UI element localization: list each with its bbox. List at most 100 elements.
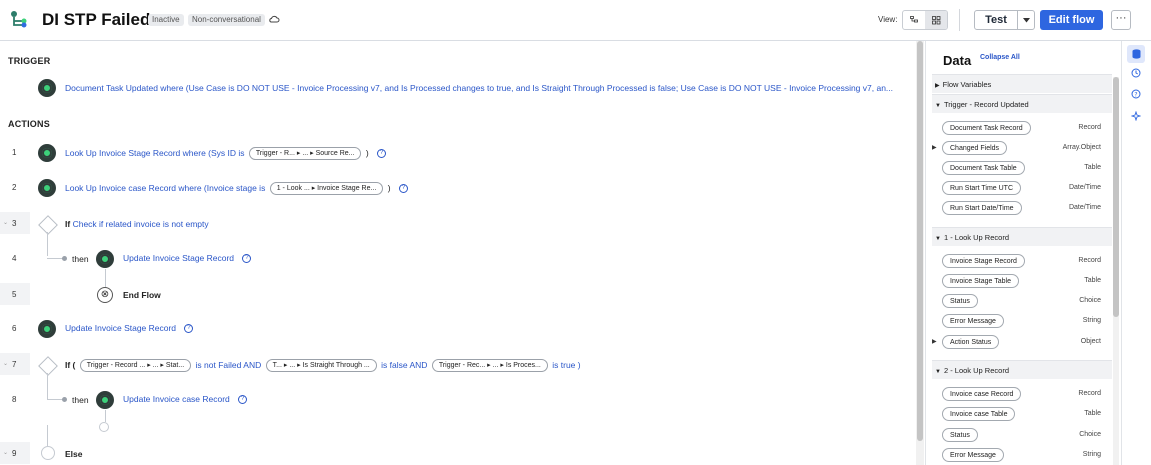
action-suffix: ) xyxy=(387,182,391,193)
status-badge-inactive: Inactive xyxy=(148,14,184,26)
data-rail-button[interactable] xyxy=(1127,45,1145,63)
data-pill[interactable]: Invoice Stage Record xyxy=(942,254,1025,268)
lookup-1-section[interactable]: ▼ 1 - Look Up Record xyxy=(932,227,1112,246)
action-node-icon[interactable] xyxy=(96,250,114,268)
data-type: Record xyxy=(1078,124,1101,131)
data-pill[interactable]: Run Start Time UTC xyxy=(942,181,1022,195)
data-pill[interactable]: Error Message xyxy=(942,448,1004,462)
row-number: 6 xyxy=(12,324,17,333)
scrollbar-thumb[interactable] xyxy=(1113,77,1119,317)
data-pill[interactable]: Document Task Record xyxy=(942,121,1031,135)
help-icon[interactable]: ? xyxy=(398,184,408,193)
canvas-scrollbar[interactable] xyxy=(916,41,924,465)
grid-view-icon xyxy=(931,15,940,24)
action-row-2[interactable]: Look Up Invoice case Record where (Invoi… xyxy=(65,182,408,195)
row-number: 8 xyxy=(12,395,17,404)
section-label: Flow Variables xyxy=(942,80,992,89)
data-pill[interactable]: Error Message xyxy=(942,314,1004,328)
section-label: 1 - Look Up Record xyxy=(943,233,1009,242)
data-pill[interactable]: Invoice case Record xyxy=(942,387,1022,401)
test-dropdown-button[interactable] xyxy=(1018,11,1034,29)
grid-view-button[interactable] xyxy=(925,11,947,29)
end-flow-icon[interactable]: ⊗ xyxy=(97,287,113,303)
then-label: then xyxy=(72,395,89,405)
view-toggle xyxy=(902,10,948,30)
data-pill[interactable]: Trigger - Rec... ▸ ... ▸ Is Proces... xyxy=(431,359,548,372)
action-node-icon[interactable] xyxy=(38,320,56,338)
branch-icon[interactable] xyxy=(38,215,58,235)
flow-variables-section[interactable]: ▶ Flow Variables xyxy=(932,74,1112,93)
action-node-icon[interactable] xyxy=(38,179,56,197)
cloud-icon[interactable] xyxy=(268,13,280,25)
add-step-icon[interactable] xyxy=(99,422,109,432)
data-pill[interactable]: Trigger - R... ▸ ... ▸ Source Re... xyxy=(248,147,362,160)
caret-down-icon: ▼ xyxy=(935,369,941,375)
row-number: 2 xyxy=(12,183,17,192)
assist-rail-button[interactable] xyxy=(1127,107,1145,125)
if-keyword: If ( xyxy=(65,359,76,370)
history-rail-button[interactable] xyxy=(1127,64,1145,82)
page-title: DI STP Failed xyxy=(42,10,151,29)
action-row-8[interactable]: Update Invoice case Record ? xyxy=(123,394,248,405)
action-node-icon[interactable] xyxy=(96,391,114,409)
end-flow-label: End Flow xyxy=(123,290,161,300)
collapse-caret-icon[interactable]: ⌄ xyxy=(3,360,8,367)
data-pill[interactable]: Status xyxy=(942,294,978,308)
action-text: Update Invoice Stage Record xyxy=(65,323,177,333)
help-icon[interactable]: ? xyxy=(184,324,194,334)
data-panel-title: Data xyxy=(943,53,972,68)
condition-text[interactable]: Check if related invoice is not empty xyxy=(73,219,209,229)
connector-line xyxy=(47,373,48,399)
else-label: Else xyxy=(65,449,83,459)
branch-icon[interactable] xyxy=(38,356,58,376)
action-row-6[interactable]: Update Invoice Stage Record ? xyxy=(65,323,194,334)
data-pill[interactable]: Changed Fields xyxy=(942,141,1008,155)
data-pill[interactable]: Run Start Date/Time xyxy=(942,201,1022,215)
test-button[interactable]: Test xyxy=(975,11,1018,29)
edit-flow-button[interactable]: Edit flow xyxy=(1040,10,1103,30)
data-panel-scrollbar[interactable] xyxy=(1113,77,1119,465)
if-row-3[interactable]: If Check if related invoice is not empty xyxy=(65,219,209,229)
data-pill[interactable]: 1 - Look ... ▸ Invoice Stage Re... xyxy=(269,182,384,195)
right-rail: ? xyxy=(1121,41,1151,465)
data-pill[interactable]: Trigger - Record ... ▸ ... ▸ Stat... xyxy=(79,359,192,372)
data-type: Record xyxy=(1078,390,1101,397)
more-options-button[interactable]: ··· xyxy=(1111,10,1131,30)
data-pill[interactable]: Action Status xyxy=(942,335,1000,349)
svg-text:?: ? xyxy=(1134,92,1137,99)
collapse-caret-icon[interactable]: ⌄ xyxy=(3,449,8,456)
history-icon xyxy=(1131,68,1141,78)
action-row-1[interactable]: Look Up Invoice Stage Record where (Sys … xyxy=(65,147,387,160)
data-pill[interactable]: Invoice Stage Table xyxy=(942,274,1019,288)
trigger-section[interactable]: ▼ Trigger - Record Updated xyxy=(932,94,1112,113)
help-rail-button[interactable]: ? xyxy=(1127,85,1145,103)
data-type: String xyxy=(1082,451,1101,458)
row-number: 5 xyxy=(12,290,17,299)
help-icon[interactable]: ? xyxy=(242,254,252,264)
then-label: then xyxy=(72,254,89,264)
sparkle-icon xyxy=(1131,111,1141,121)
action-node-icon[interactable] xyxy=(38,144,56,162)
lookup-2-section[interactable]: ▼ 2 - Look Up Record xyxy=(932,360,1112,379)
else-branch-icon[interactable] xyxy=(41,446,55,460)
help-icon[interactable]: ? xyxy=(238,395,248,405)
action-row-4[interactable]: Update Invoice Stage Record ? xyxy=(123,253,252,264)
scrollbar-thumb[interactable] xyxy=(917,41,923,441)
help-icon[interactable]: ? xyxy=(377,149,387,158)
data-pill[interactable]: Status xyxy=(942,428,978,442)
data-pill[interactable]: Invoice case Table xyxy=(942,407,1016,421)
data-pill[interactable]: T... ▸ ... ▸ Is Straight Through ... xyxy=(265,359,377,372)
expand-caret-icon[interactable]: ▶ xyxy=(932,144,937,151)
caret-down-icon: ▼ xyxy=(935,103,941,109)
header-divider xyxy=(959,9,960,31)
tree-view-button[interactable] xyxy=(903,11,925,29)
if-row-7[interactable]: If ( Trigger - Record ... ▸ ... ▸ Stat..… xyxy=(65,359,581,372)
trigger-description-link[interactable]: Document Task Updated where (Use Case is… xyxy=(65,83,893,93)
expand-caret-icon[interactable]: ▶ xyxy=(932,338,937,345)
help-circle-icon: ? xyxy=(1131,89,1141,99)
data-pill[interactable]: Document Task Table xyxy=(942,161,1025,175)
caret-right-icon: ▶ xyxy=(935,83,940,89)
trigger-node-icon[interactable] xyxy=(38,79,56,97)
collapse-caret-icon[interactable]: ⌄ xyxy=(3,219,8,226)
collapse-all-link[interactable]: Collapse All xyxy=(980,54,1020,61)
